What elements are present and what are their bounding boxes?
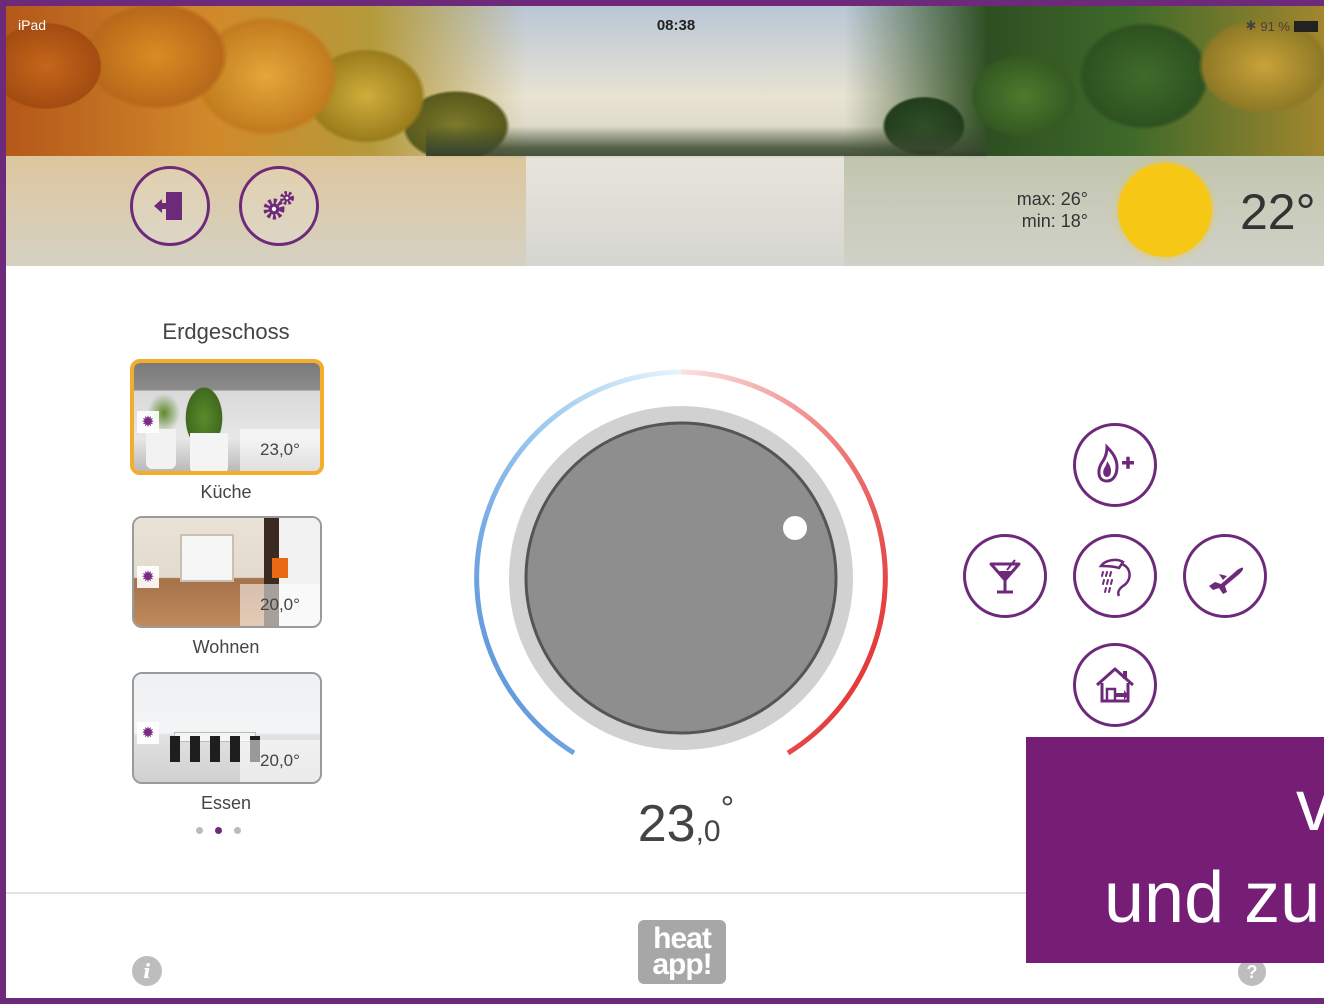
page-dot-active[interactable] [215, 827, 222, 834]
room-heating-sun-icon: ✹ [137, 722, 159, 744]
battery-percent: 91 % [1260, 18, 1290, 34]
flower-pot-right [190, 433, 228, 471]
room-heating-sun-icon: ✹ [137, 411, 159, 433]
setpoint-degree: ° [720, 790, 735, 828]
shower-icon [1098, 558, 1131, 597]
house-leave-icon [1096, 667, 1134, 703]
dial-knob[interactable] [524, 421, 838, 735]
battery-icon [1294, 20, 1318, 32]
away-mode-button[interactable] [1073, 643, 1157, 727]
cocktail-icon [989, 559, 1021, 594]
shower-mode-button[interactable] [1073, 534, 1157, 618]
current-outdoor-temp: 22° [1240, 184, 1316, 240]
room-temp: 20,0° [240, 740, 320, 782]
info-icon[interactable]: i [132, 956, 162, 986]
room-label-kueche: Küche [200, 482, 252, 502]
room-card-kueche[interactable]: ✹ 23,0° [130, 359, 324, 475]
setpoint-temp: 23,0° [606, 790, 766, 854]
banner-line2: und zu [1104, 858, 1321, 938]
dial-handle-dot[interactable] [783, 516, 807, 540]
app-window: iPad 08:38 ✱ 91 % max: 26° min: 18° 22° … [0, 0, 1324, 1004]
setpoint-decimal: ,0 [695, 815, 721, 848]
logout-door-icon [154, 192, 182, 220]
flower-pot-left [146, 429, 176, 469]
room-label-essen: Essen [200, 793, 252, 813]
weather-max: max: 26° [1016, 189, 1088, 209]
banner-line1: v [1296, 765, 1324, 847]
page-dot[interactable] [196, 827, 203, 834]
weather-min: min: 18° [1021, 211, 1088, 231]
page-dot[interactable] [234, 827, 241, 834]
logout-button[interactable] [130, 166, 210, 246]
room-heating-sun-icon: ✹ [137, 566, 159, 588]
status-battery-area: ✱ 91 % [1245, 18, 1318, 34]
room-temp: 20,0° [240, 584, 320, 626]
shelf-unit [180, 534, 234, 582]
weather-minmax: max: 26° min: 18° [1002, 188, 1088, 232]
status-time: 08:38 [656, 17, 696, 34]
airplane-icon [1209, 567, 1244, 594]
bluetooth-icon: ✱ [1245, 18, 1257, 33]
vacation-mode-button[interactable] [1183, 534, 1267, 618]
room-label-wohnen: Wohnen [192, 637, 260, 657]
page-indicator[interactable] [196, 827, 241, 834]
gears-icon [263, 191, 294, 220]
party-mode-button[interactable] [963, 534, 1047, 618]
setpoint-main: 23 [637, 795, 696, 853]
room-card-wohnen[interactable]: ✹ 20,0° [132, 516, 322, 628]
heatapp-logo: heat app! [638, 920, 726, 984]
room-temp: 23,0° [240, 429, 320, 471]
thermostat-dial[interactable] [466, 366, 896, 766]
sun-icon [1118, 163, 1212, 257]
floor-title: Erdgeschoss [162, 319, 290, 344]
settings-button[interactable] [239, 166, 319, 246]
header-landscape: iPad 08:38 ✱ 91 % max: 26° min: 18° 22° [6, 6, 1324, 266]
logo-line2: app! [652, 948, 712, 981]
room-card-essen[interactable]: ✹ 20,0° [132, 672, 322, 784]
flame-plus-icon [1097, 443, 1134, 483]
overlay-caption-banner: v und zu [1026, 737, 1324, 963]
fireplace-flame [272, 558, 288, 578]
boost-mode-button[interactable] [1073, 423, 1157, 507]
distant-treeline [426, 126, 986, 158]
